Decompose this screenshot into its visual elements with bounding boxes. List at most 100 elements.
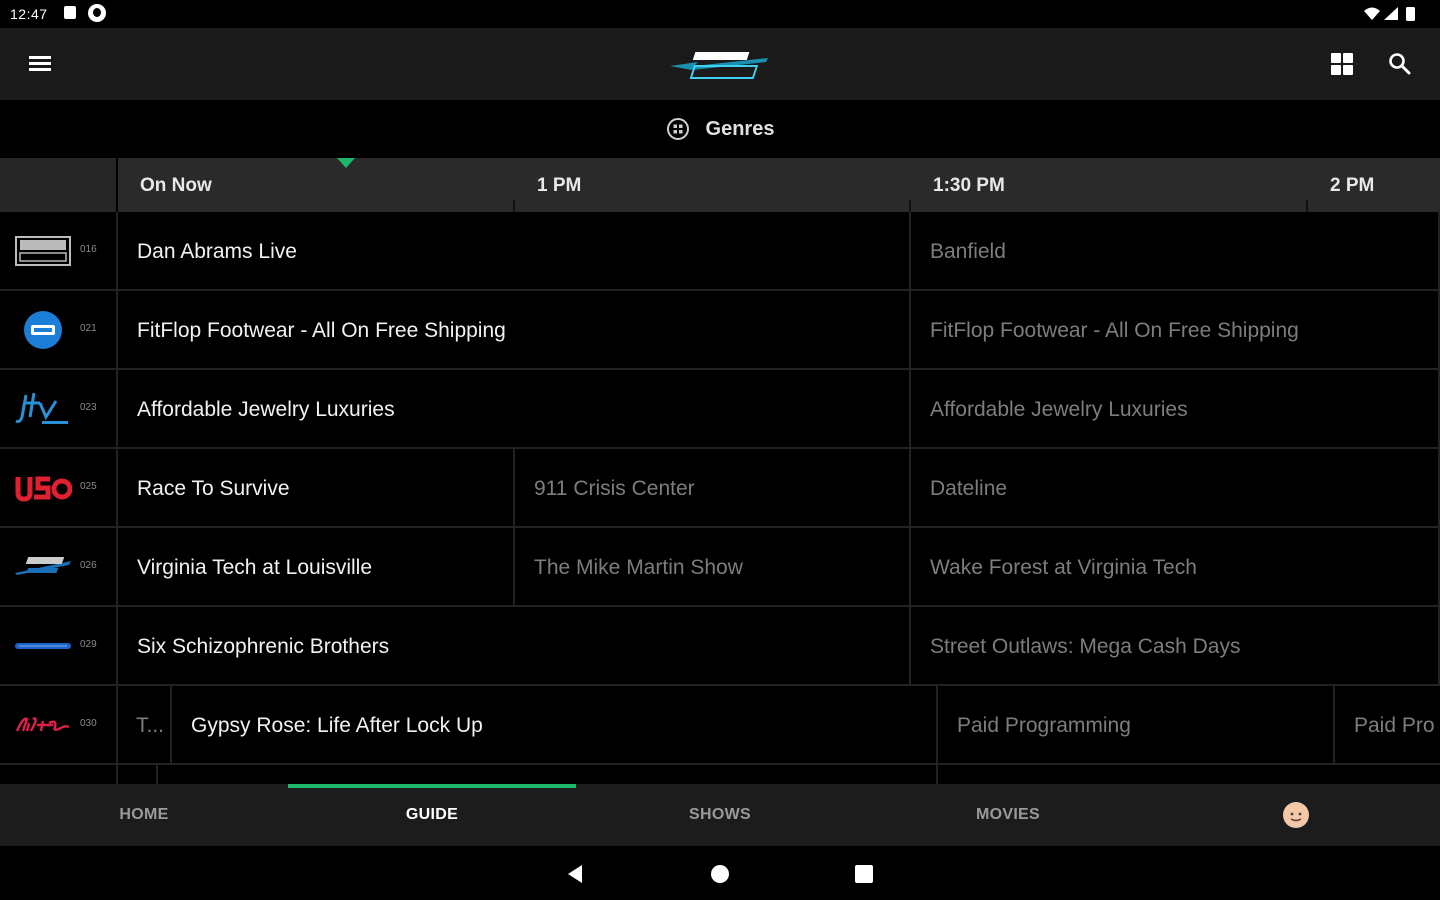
grid-view-button[interactable] [1328, 50, 1356, 78]
menu-button[interactable] [26, 50, 54, 78]
nav-profile[interactable] [1152, 784, 1440, 846]
program-title: Affordable Jewelry Luxuries [137, 398, 395, 421]
guide-row: 025 Race To Survive 911 Crisis Center Da… [0, 449, 1440, 528]
timeline-slot-2pm: 2 PM [1330, 175, 1375, 196]
nav-label: SHOWS [689, 806, 751, 823]
program-cell[interactable]: Affordable Jewelry Luxuries [118, 370, 911, 447]
channel-discovery[interactable]: 029 [0, 607, 118, 684]
timeline-header: On Now 1 PM 1:30 PM 2 PM [0, 158, 1440, 212]
grid-icon-cell [1343, 65, 1353, 75]
nav-shows[interactable]: SHOWS [576, 784, 864, 846]
program-cell[interactable]: Paid Programming [938, 686, 1335, 763]
avatar-icon [1283, 802, 1309, 828]
battery-icon [1406, 7, 1415, 21]
app-bar [0, 28, 1440, 100]
hsn-logo-icon [24, 311, 62, 349]
program-title: Street Outlaws: Mega Cash Days [930, 635, 1241, 658]
wifi-icon [1364, 7, 1380, 20]
timeline-tick [513, 200, 515, 212]
channel-number: 016 [80, 244, 97, 255]
search-button[interactable] [1386, 50, 1414, 78]
guide-row: 016 Dan Abrams Live Banfield [0, 212, 1440, 291]
program-cell[interactable] [118, 765, 158, 784]
genres-label: Genres [705, 117, 775, 140]
channel-newsmax[interactable]: 016 [0, 212, 118, 289]
program-title: FitFlop Footwear - All On Free Shipping [930, 319, 1299, 342]
channel-lifetime[interactable]: 030 [0, 686, 118, 763]
program-cell[interactable]: Six Schizophrenic Brothers [118, 607, 911, 684]
nav-movies[interactable]: MOVIES [864, 784, 1152, 846]
channel-logo [12, 311, 74, 349]
channel-number: 021 [80, 323, 97, 334]
program-title: Wake Forest at Virginia Tech [930, 556, 1197, 579]
program-cell[interactable]: T... [118, 686, 172, 763]
program-cell[interactable]: Paid Pro [1335, 686, 1440, 763]
program-title: Paid Programming [957, 714, 1131, 737]
channel-usa[interactable]: 025 [0, 449, 118, 526]
program-cell[interactable]: Banfield [911, 212, 1440, 289]
channel-partial[interactable] [0, 765, 118, 784]
program-title: Gypsy Rose: Life After Lock Up [191, 714, 483, 737]
channel-number: 030 [80, 718, 97, 729]
guide-grid: 016 Dan Abrams Live Banfield 021 FitFlop… [0, 212, 1440, 784]
guide-row: 029 Six Schizophrenic Brothers Street Ou… [0, 607, 1440, 686]
system-status-icons [1364, 7, 1415, 21]
status-time: 12:47 [10, 6, 48, 22]
guide-row: 026 Virginia Tech at Louisville The Mike… [0, 528, 1440, 607]
program-title: The Mike Martin Show [534, 556, 743, 579]
menu-icon-line [29, 62, 51, 65]
program-cell[interactable]: Dan Abrams Live [118, 212, 911, 289]
guide-row: 023 Affordable Jewelry Luxuries Affordab… [0, 370, 1440, 449]
program-cell[interactable] [158, 765, 938, 784]
bottom-navigation: HOME GUIDE SHOWS MOVIES [0, 784, 1440, 846]
back-icon[interactable] [564, 862, 588, 886]
search-icon [1389, 53, 1411, 75]
program-title: Paid Pro [1354, 714, 1435, 737]
program-cell[interactable]: Wake Forest at Virginia Tech [911, 528, 1440, 605]
channel-logo [12, 629, 74, 663]
program-cell[interactable]: FitFlop Footwear - All On Free Shipping [118, 291, 911, 368]
status-bar: 12:47 [0, 0, 1440, 28]
channel-hsn[interactable]: 021 [0, 291, 118, 368]
timeline-tick [1306, 200, 1308, 212]
program-cell[interactable]: Race To Survive [118, 449, 515, 526]
program-cell[interactable]: The Mike Martin Show [515, 528, 911, 605]
program-title: T... [136, 714, 165, 737]
channel-logo [12, 708, 74, 742]
timeline-tick [909, 200, 911, 212]
channel-jtv[interactable]: 023 [0, 370, 118, 447]
program-title: Virginia Tech at Louisville [137, 556, 373, 579]
timeline-slot-130pm: 1:30 PM [933, 175, 1005, 196]
notification-icon [88, 4, 106, 22]
grid-icon [1331, 53, 1341, 63]
program-cell[interactable]: Street Outlaws: Mega Cash Days [911, 607, 1440, 684]
recents-icon[interactable] [852, 862, 876, 886]
channel-number: 029 [80, 639, 97, 650]
channel-logo [12, 471, 74, 505]
channel-logo [12, 234, 74, 268]
genres-filter[interactable]: Genres [0, 100, 1440, 158]
home-circle-icon[interactable] [708, 862, 732, 886]
program-cell[interactable]: 911 Crisis Center [515, 449, 911, 526]
program-title: Dateline [930, 477, 1008, 500]
nav-home[interactable]: HOME [0, 784, 288, 846]
program-cell[interactable]: Affordable Jewelry Luxuries [911, 370, 1440, 447]
now-marker [337, 158, 355, 168]
program-cell[interactable]: FitFlop Footwear - All On Free Shipping [911, 291, 1440, 368]
program-cell[interactable]: Virginia Tech at Louisville [118, 528, 515, 605]
program-title: Six Schizophrenic Brothers [137, 635, 390, 658]
genres-icon [666, 118, 689, 140]
menu-icon [29, 56, 51, 59]
program-cell[interactable]: Gypsy Rose: Life After Lock Up [172, 686, 938, 763]
program-title: 911 Crisis Center [534, 477, 695, 500]
program-title: Race To Survive [137, 477, 290, 500]
timeline-slot-on-now: On Now [140, 175, 212, 196]
nav-label: MOVIES [975, 806, 1041, 823]
channel-accn[interactable]: 026 [0, 528, 118, 605]
accn-logo-icon [15, 557, 71, 575]
system-navigation-bar [0, 846, 1440, 900]
guide-row: 021 FitFlop Footwear - All On Free Shipp… [0, 291, 1440, 370]
program-cell[interactable]: Dateline [911, 449, 1440, 526]
nav-guide[interactable]: GUIDE [288, 784, 576, 846]
program-cell[interactable] [938, 765, 1440, 784]
